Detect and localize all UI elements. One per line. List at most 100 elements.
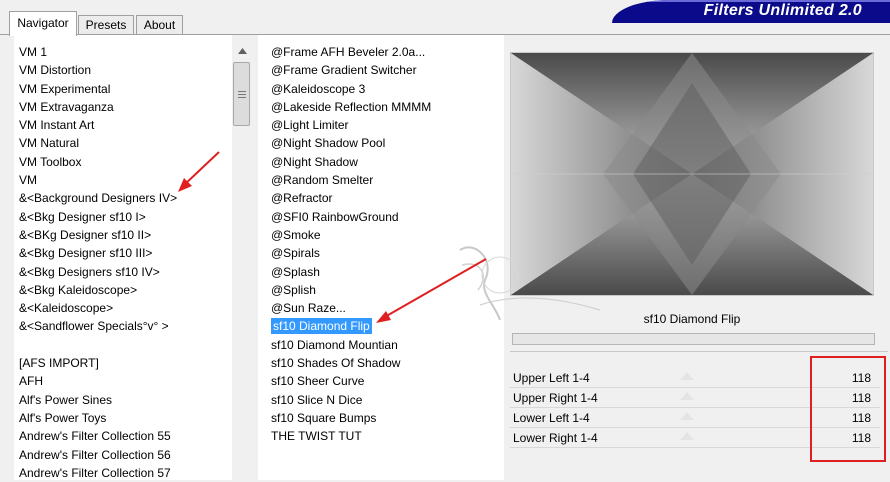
divider xyxy=(510,351,888,352)
category-label: &<Background Designers IV> xyxy=(19,191,178,206)
filter-label: @SFI0 RainbowGround xyxy=(271,209,399,224)
filter-item[interactable]: @Frame AFH Beveler 2.0a... xyxy=(271,43,501,61)
category-label: Alf's Power Sines xyxy=(19,392,112,407)
param-label: Upper Right 1-4 xyxy=(513,391,598,405)
filter-item[interactable]: @Night Shadow xyxy=(271,153,501,171)
category-label: Alf's Power Toys xyxy=(19,410,107,425)
param-label: Lower Right 1-4 xyxy=(513,431,598,445)
filter-item[interactable]: THE TWIST TUT xyxy=(271,427,501,445)
filter-label: sf10 Slice N Dice xyxy=(271,392,363,407)
grip-line xyxy=(238,94,246,95)
category-label: &<Bkg Designers sf10 IV> xyxy=(19,264,160,279)
category-label: [AFS IMPORT] xyxy=(19,356,99,371)
category-item[interactable]: &<Background Designers IV> xyxy=(19,189,231,207)
category-label: VM 1 xyxy=(19,45,48,59)
category-item[interactable]: VM Extravaganza xyxy=(19,98,231,116)
category-item[interactable]: Andrew's Filter Collection 56 xyxy=(19,446,231,464)
category-label: VM Natural xyxy=(19,136,80,151)
scroll-up-button[interactable] xyxy=(232,42,252,59)
category-item[interactable]: Andrew's Filter Collection 57 xyxy=(19,464,231,482)
category-label: VM Extravaganza xyxy=(19,99,114,114)
filter-label: sf10 Diamond Flip xyxy=(271,318,372,335)
category-item[interactable]: AFH xyxy=(19,372,231,390)
grip-line xyxy=(238,97,246,98)
category-label: &<BKg Designer sf10 II> xyxy=(19,227,152,242)
filter-label: @Spirals xyxy=(271,246,320,261)
chevron-up-icon xyxy=(237,47,247,54)
filter-label: THE TWIST TUT xyxy=(271,429,362,444)
filter-item[interactable]: @Frame Gradient Switcher xyxy=(271,61,501,79)
filter-label: sf10 Square Bumps xyxy=(271,410,377,425)
slider-thumb[interactable] xyxy=(680,412,694,420)
category-item[interactable]: Alf's Power Toys xyxy=(19,409,231,427)
category-item[interactable]: &<Kaleidoscope> xyxy=(19,299,231,317)
category-item[interactable]: VM Distortion xyxy=(19,61,231,79)
category-scrollbar[interactable] xyxy=(232,42,252,480)
category-item[interactable]: Alf's Power Sines xyxy=(19,391,231,409)
category-item[interactable]: &<Bkg Designer sf10 I> xyxy=(19,208,231,226)
category-label: VM Toolbox xyxy=(19,154,82,169)
category-item[interactable]: VM xyxy=(19,171,231,189)
category-label: VM Distortion xyxy=(19,63,92,78)
filter-item[interactable]: @Refractor xyxy=(271,189,501,207)
filter-item[interactable]: @Random Smelter xyxy=(271,171,501,189)
filter-item[interactable]: @Lakeside Reflection MMMM xyxy=(271,98,501,116)
filter-label: @Frame AFH Beveler 2.0a... xyxy=(271,45,426,59)
app-title: Filters Unlimited 2.0 xyxy=(703,2,862,19)
category-label: &<Bkg Kaleidoscope> xyxy=(19,282,138,297)
watermark-logo xyxy=(459,246,601,321)
category-label: VM xyxy=(19,173,37,188)
category-item[interactable]: VM Experimental xyxy=(19,80,231,98)
filter-item[interactable]: sf10 Slice N Dice xyxy=(271,391,501,409)
filter-item[interactable]: @Light Limiter xyxy=(271,116,501,134)
slider-thumb[interactable] xyxy=(680,432,694,440)
slider-thumb[interactable] xyxy=(680,372,694,380)
filter-label: @Light Limiter xyxy=(271,118,349,133)
category-item[interactable]: VM Natural xyxy=(19,134,231,152)
category-label: VM Experimental xyxy=(19,81,111,96)
category-list[interactable]: VM 1 VM Distortion VM Experimental VM Extra… xyxy=(19,43,231,482)
category-item[interactable]: &<Bkg Designers sf10 IV> xyxy=(19,263,231,281)
category-label: Andrew's Filter Collection 56 xyxy=(19,447,171,462)
category-item[interactable]: &<Bkg Kaleidoscope> xyxy=(19,281,231,299)
filter-item[interactable]: @Kaleidoscope 3 xyxy=(271,80,501,98)
filter-label: @Splash xyxy=(271,264,320,279)
app-banner: Filters Unlimited 2.0 xyxy=(612,0,890,23)
filter-item[interactable]: sf10 Square Bumps xyxy=(271,409,501,427)
filter-label: @Lakeside Reflection MMMM xyxy=(271,99,432,114)
category-item[interactable]: VM 1 xyxy=(19,43,231,61)
slider-thumb[interactable] xyxy=(680,392,694,400)
tab-presets[interactable]: Presets xyxy=(78,15,134,34)
filter-label: @Random Smelter xyxy=(271,173,374,188)
filter-label: @Splish xyxy=(271,282,316,297)
tab-navigator[interactable]: Navigator xyxy=(9,11,77,36)
category-label: &<Sandflower Specials°v° > xyxy=(19,319,169,334)
filter-label: @Smoke xyxy=(271,227,321,242)
category-label: Andrew's Filter Collection 55 xyxy=(19,429,171,444)
category-item[interactable]: Andrew's Filter Collection 55 xyxy=(19,427,231,445)
filter-item[interactable]: @SFI0 RainbowGround xyxy=(271,208,501,226)
filter-label: @Refractor xyxy=(271,191,333,206)
filter-item[interactable]: sf10 Sheer Curve xyxy=(271,372,501,390)
category-label: &<Bkg Designer sf10 III> xyxy=(19,246,153,261)
scroll-thumb[interactable] xyxy=(233,62,250,126)
category-item[interactable]: &<Sandflower Specials°v° > xyxy=(19,317,231,335)
filter-label: sf10 Sheer Curve xyxy=(271,374,365,389)
param-label: Lower Left 1-4 xyxy=(513,411,590,425)
category-label: AFH xyxy=(19,374,43,389)
filter-label: sf10 Shades Of Shadow xyxy=(271,356,401,371)
category-item[interactable]: [AFS IMPORT] xyxy=(19,354,231,372)
category-label: VM Instant Art xyxy=(19,118,95,133)
category-label: Andrew's Filter Collection 57 xyxy=(19,465,171,480)
category-label: &<Bkg Designer sf10 I> xyxy=(19,209,146,224)
filter-label: @Frame Gradient Switcher xyxy=(271,63,417,78)
category-item[interactable]: VM Toolbox xyxy=(19,153,231,171)
filter-item[interactable]: @Night Shadow Pool xyxy=(271,134,501,152)
category-item[interactable]: &<Bkg Designer sf10 III> xyxy=(19,244,231,262)
filter-item[interactable]: sf10 Shades Of Shadow xyxy=(271,354,501,372)
category-item[interactable]: &<BKg Designer sf10 II> xyxy=(19,226,231,244)
filter-label: @Night Shadow xyxy=(271,154,358,169)
category-item[interactable]: VM Instant Art xyxy=(19,116,231,134)
list-spacer xyxy=(19,336,231,354)
tab-about[interactable]: About xyxy=(136,15,183,34)
